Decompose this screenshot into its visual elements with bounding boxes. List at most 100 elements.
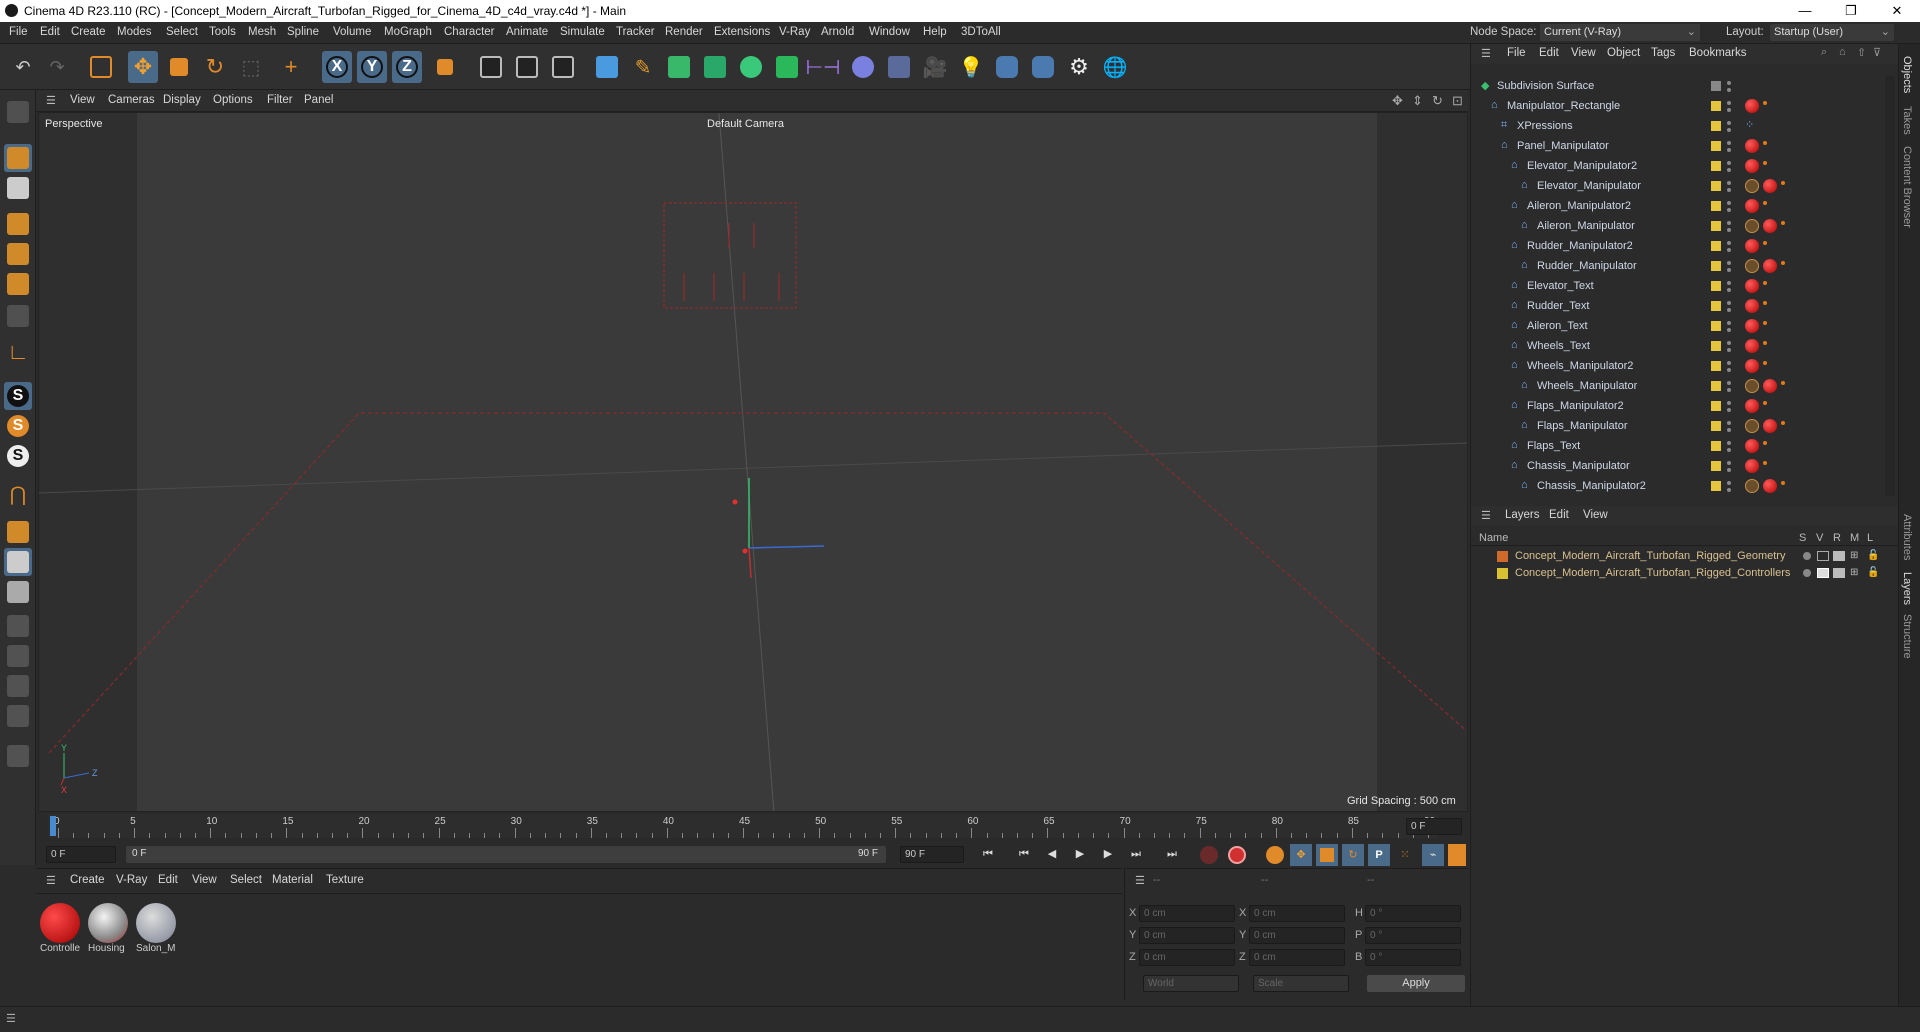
- key-scale-button[interactable]: [1316, 844, 1338, 866]
- layer-color-indicator[interactable]: [1711, 361, 1721, 371]
- object-row[interactable]: ⌂ Wheels_Manipulator: [1471, 376, 1881, 396]
- settings-button[interactable]: ⚙: [1064, 51, 1094, 83]
- object-name[interactable]: Wheels_Manipulator2: [1527, 360, 1633, 372]
- material-tag-icon[interactable]: [1745, 239, 1759, 253]
- frame-range-slider[interactable]: 0 F 90 F: [126, 846, 886, 863]
- y-axis-button[interactable]: Y: [357, 51, 387, 83]
- material-tag-icon[interactable]: [1745, 439, 1759, 453]
- xpresso-tag-icon[interactable]: [1781, 381, 1785, 385]
- layer-color-indicator[interactable]: [1711, 341, 1721, 351]
- xpresso-tag-icon[interactable]: [1781, 421, 1785, 425]
- layer-name[interactable]: Concept_Modern_Aircraft_Turbofan_Rigged_…: [1515, 567, 1790, 579]
- object-name[interactable]: Wheels_Text: [1527, 340, 1590, 352]
- next-key-button[interactable]: ⏭: [1126, 844, 1146, 864]
- lock-icon[interactable]: 🔓: [1867, 567, 1879, 578]
- object-row[interactable]: ⌂ Elevator_Manipulator: [1471, 176, 1881, 196]
- render-visibility-dot[interactable]: [1727, 208, 1731, 212]
- object-row[interactable]: ⌂ Elevator_Text: [1471, 276, 1881, 296]
- objects-menu-object[interactable]: Object: [1607, 47, 1640, 59]
- object-name[interactable]: Aileron_Text: [1527, 320, 1588, 332]
- prev-frame-button[interactable]: ◀: [1042, 844, 1062, 864]
- z-axis-button[interactable]: Z: [392, 51, 422, 83]
- layer-color-indicator[interactable]: [1711, 101, 1721, 111]
- cloner-button[interactable]: [736, 51, 766, 83]
- size-x-field[interactable]: 0 cm: [1249, 905, 1345, 922]
- object-name[interactable]: Elevator_Manipulator2: [1527, 160, 1637, 172]
- menu-simulate[interactable]: Simulate: [560, 26, 605, 38]
- material-menu-create[interactable]: Create: [70, 874, 105, 886]
- menu-character[interactable]: Character: [444, 26, 495, 38]
- render-visibility-dot[interactable]: [1727, 408, 1731, 412]
- redo-button[interactable]: ↷: [42, 51, 72, 83]
- layer-color-indicator[interactable]: [1711, 441, 1721, 451]
- layer-color-indicator[interactable]: [1711, 201, 1721, 211]
- viewport-menu-display[interactable]: Display: [163, 94, 201, 106]
- hamburger-icon[interactable]: ☰: [6, 1012, 16, 1025]
- subdivision-button[interactable]: [664, 51, 694, 83]
- xpresso-tag-icon[interactable]: [1763, 321, 1767, 325]
- pen-button[interactable]: ✎: [628, 51, 658, 83]
- menu-render[interactable]: Render: [665, 26, 703, 38]
- key-position-button[interactable]: ✥: [1290, 844, 1312, 866]
- menu-create[interactable]: Create: [71, 26, 106, 38]
- editor-visibility-dot[interactable]: [1727, 241, 1731, 245]
- hamburger-icon[interactable]: ☰: [1481, 509, 1491, 522]
- layer-color-indicator[interactable]: [1711, 321, 1721, 331]
- goto-end-button[interactable]: ⏭: [1162, 844, 1182, 864]
- prev-key-button[interactable]: ⏮: [1014, 844, 1034, 864]
- magnet-button[interactable]: ⋂: [4, 480, 32, 508]
- editor-visibility-dot[interactable]: [1727, 321, 1731, 325]
- undo-button[interactable]: ↶: [8, 51, 38, 83]
- editor-visibility-dot[interactable]: [1727, 81, 1731, 85]
- render-icon[interactable]: [1833, 551, 1845, 561]
- render-region-button[interactable]: [476, 51, 506, 83]
- hamburger-icon[interactable]: ☰: [46, 874, 56, 887]
- timeline-window-button[interactable]: [1448, 844, 1466, 866]
- menu-mesh[interactable]: Mesh: [248, 26, 276, 38]
- light-button[interactable]: 💡: [956, 51, 986, 83]
- protection-tag-icon[interactable]: [1745, 479, 1759, 493]
- material-menu-vray[interactable]: V-Ray: [116, 874, 147, 886]
- render-visibility-dot[interactable]: [1727, 468, 1731, 472]
- recent-tool-button[interactable]: ⬚: [236, 51, 266, 83]
- object-row[interactable]: ⌂ Elevator_Manipulator2: [1471, 156, 1881, 176]
- points-mode-button[interactable]: [4, 210, 32, 238]
- manipulator-point[interactable]: [732, 499, 738, 505]
- model-mode-button[interactable]: [4, 144, 32, 172]
- manager-icon[interactable]: ⊞: [1850, 550, 1858, 561]
- viewport-menu-view[interactable]: View: [70, 94, 95, 106]
- menu-vray[interactable]: V-Ray: [779, 26, 810, 38]
- xpresso-tag-icon[interactable]: [1781, 481, 1785, 485]
- xpresso-tag-icon[interactable]: [1763, 161, 1767, 165]
- edges-mode-button[interactable]: [4, 240, 32, 268]
- layer-color-indicator[interactable]: [1711, 121, 1721, 131]
- object-row[interactable]: ◆ Subdivision Surface: [1471, 76, 1881, 96]
- layer-color-indicator[interactable]: [1711, 401, 1721, 411]
- extrude-button[interactable]: [700, 51, 730, 83]
- material-swatch-housing[interactable]: Housing: [88, 903, 132, 959]
- menu-volume[interactable]: Volume: [333, 26, 371, 38]
- add-tool-button[interactable]: +: [276, 51, 306, 83]
- material-tag-icon[interactable]: [1763, 259, 1777, 273]
- z-axis-gizmo[interactable]: [748, 545, 825, 549]
- next-frame-button[interactable]: ▶: [1098, 844, 1118, 864]
- deformer-button[interactable]: [848, 51, 878, 83]
- coord-mode-select[interactable]: Scale: [1253, 975, 1349, 992]
- zoom-view-icon[interactable]: ⇕: [1412, 93, 1423, 109]
- material-tag-icon[interactable]: [1745, 139, 1759, 153]
- object-name[interactable]: Aileron_Manipulator2: [1527, 200, 1631, 212]
- material-swatch-controller[interactable]: Controlle: [40, 903, 84, 959]
- search-icon[interactable]: ⌕: [1821, 46, 1827, 59]
- hamburger-icon[interactable]: ☰: [1135, 874, 1145, 887]
- menu-edit[interactable]: Edit: [40, 26, 60, 38]
- object-name[interactable]: Rudder_Text: [1527, 300, 1589, 312]
- layer-color-indicator[interactable]: [1711, 421, 1721, 431]
- material-tag-icon[interactable]: [1763, 379, 1777, 393]
- symmetry-button[interactable]: ⊢⊣: [806, 51, 841, 83]
- live-selection-button[interactable]: [86, 51, 116, 83]
- objects-menu-view[interactable]: View: [1571, 47, 1596, 59]
- editor-visibility-dot[interactable]: [1727, 101, 1731, 105]
- perspective-viewport[interactable]: Perspective Default Camera Grid Spacing …: [38, 112, 1468, 812]
- editor-visibility-dot[interactable]: [1727, 281, 1731, 285]
- solo-icon[interactable]: [1803, 569, 1811, 577]
